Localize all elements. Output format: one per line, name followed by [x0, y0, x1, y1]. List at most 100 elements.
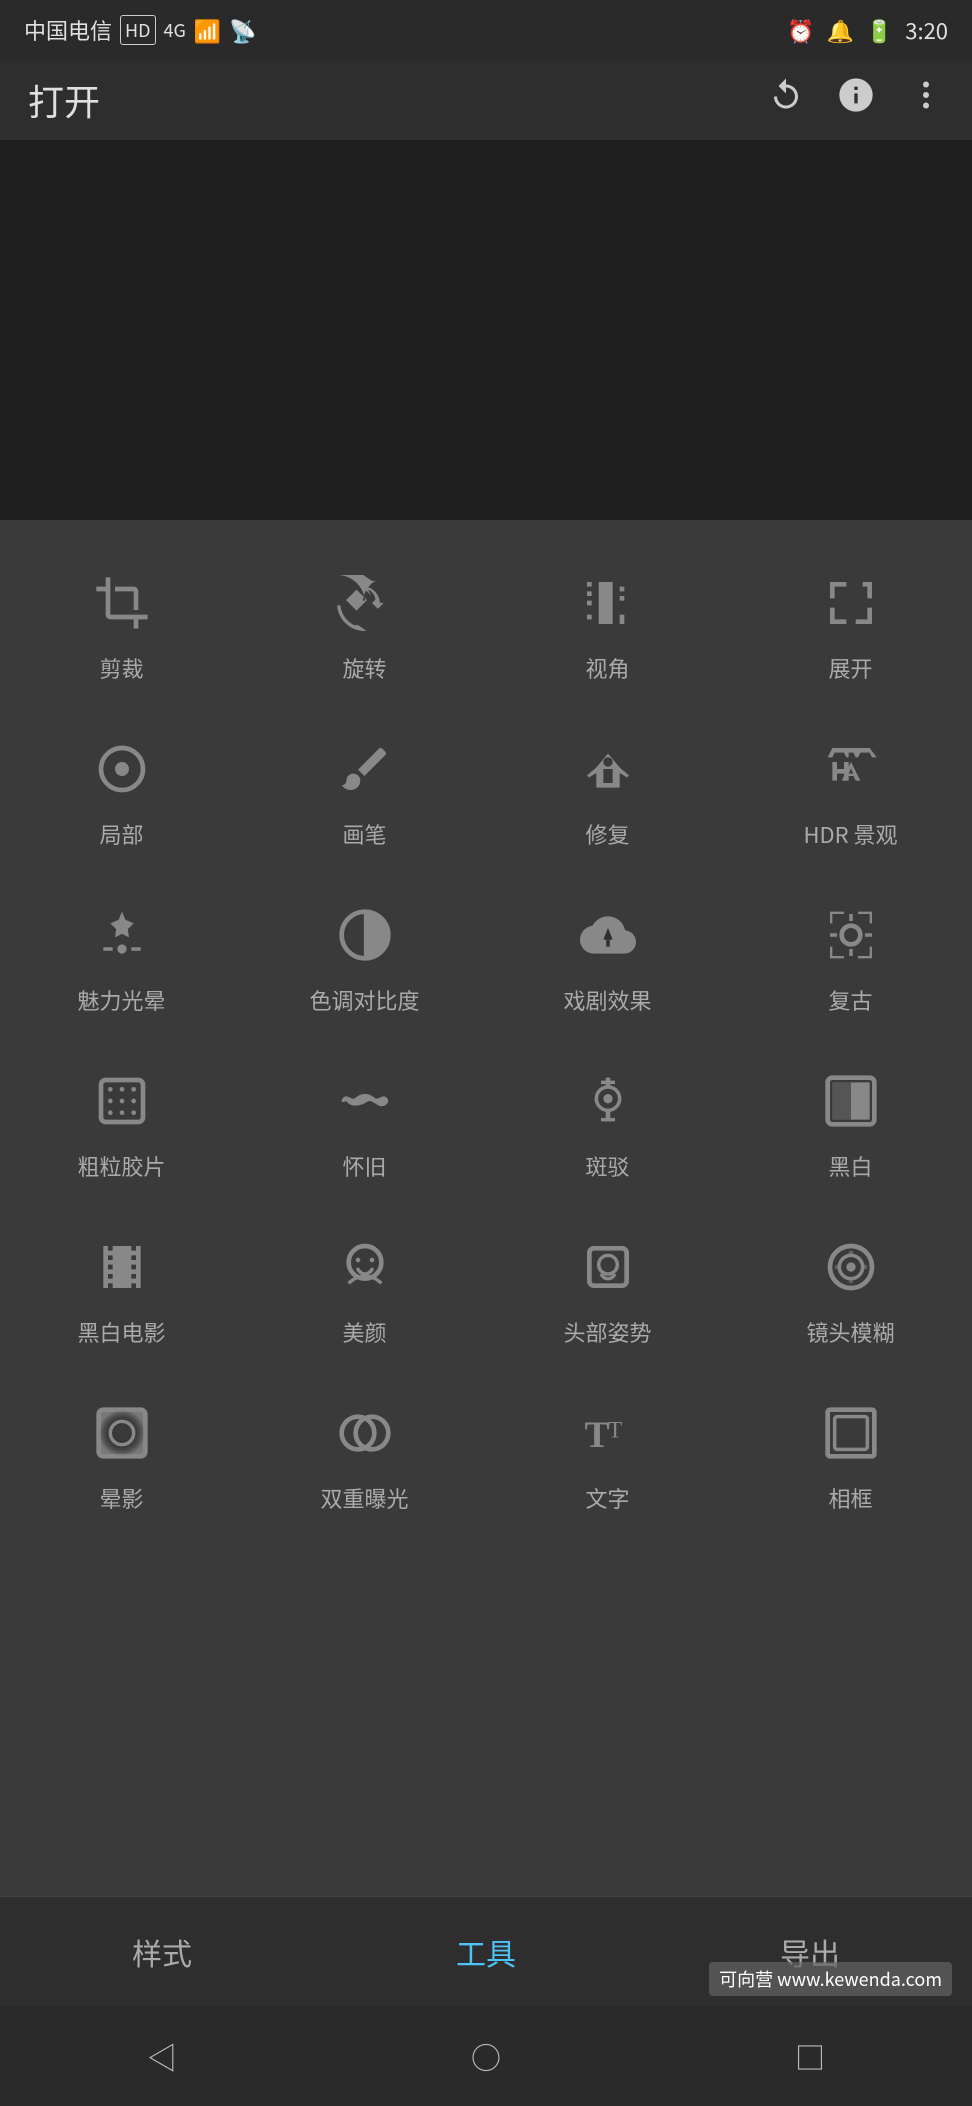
- tone-icon: [330, 900, 400, 970]
- signal-4g: 4G: [164, 17, 186, 43]
- svg-text:T: T: [584, 1415, 609, 1456]
- nav-style-label: 样式: [132, 1930, 192, 1974]
- heal-icon: [573, 734, 643, 804]
- tool-retro[interactable]: 怀旧: [243, 1038, 486, 1204]
- tool-brush[interactable]: 画笔: [243, 706, 486, 872]
- text-label: 文字: [585, 1482, 629, 1514]
- tool-hdr[interactable]: HDR 景观: [729, 706, 972, 872]
- drama-icon: [573, 900, 643, 970]
- tool-rotate[interactable]: 旋转: [243, 540, 486, 706]
- tool-frame[interactable]: 相框: [729, 1370, 972, 1536]
- recent-icon: □: [795, 2034, 825, 2078]
- bwfilm-icon: [87, 1232, 157, 1302]
- tool-expand[interactable]: 展开: [729, 540, 972, 706]
- more-icon[interactable]: [908, 77, 944, 123]
- tool-grain[interactable]: 粗粒胶片: [0, 1038, 243, 1204]
- info-icon[interactable]: [836, 75, 876, 125]
- bw-icon: [816, 1066, 886, 1136]
- tool-grid: 剪裁 旋转 视角 展开 局部: [0, 540, 972, 1536]
- expand-icon: [816, 568, 886, 638]
- grain-icon: [87, 1066, 157, 1136]
- android-nav: ◁ ○ □: [0, 2006, 972, 2106]
- tool-vignette[interactable]: 晕影: [0, 1370, 243, 1536]
- tools-area: 剪裁 旋转 视角 展开 局部: [0, 520, 972, 1896]
- tool-beauty[interactable]: 美颜: [243, 1204, 486, 1370]
- tool-local[interactable]: 局部: [0, 706, 243, 872]
- frame-label: 相框: [828, 1482, 872, 1514]
- tool-drama[interactable]: 戏剧效果: [486, 872, 729, 1038]
- expand-label: 展开: [828, 652, 872, 684]
- lensblur-icon: [816, 1232, 886, 1302]
- tool-doubleexp[interactable]: 双重曝光: [243, 1370, 486, 1536]
- page-title: 打开: [28, 74, 100, 126]
- doubleexp-label: 双重曝光: [320, 1482, 408, 1514]
- tool-cheetah[interactable]: 斑驳: [486, 1038, 729, 1204]
- bottom-nav: 样式 工具 导出: [0, 1896, 972, 2006]
- crop-icon: [87, 568, 157, 638]
- headpose-icon: [573, 1232, 643, 1302]
- headpose-label: 头部姿势: [563, 1316, 651, 1348]
- hdr-label: HDR 景观: [803, 818, 897, 850]
- cheetah-icon: [573, 1066, 643, 1136]
- tool-bw[interactable]: 黑白: [729, 1038, 972, 1204]
- retro-label: 怀旧: [342, 1150, 386, 1182]
- canvas-area: [0, 140, 972, 520]
- signal-bars-icon: 📶: [194, 14, 221, 46]
- nav-export[interactable]: 导出: [648, 1897, 972, 2006]
- status-right: ⏰ 🔔 🔋 3:20: [787, 14, 948, 46]
- tool-bwfilm[interactable]: 黑白电影: [0, 1204, 243, 1370]
- vignette-label: 晕影: [99, 1482, 143, 1514]
- tool-crop[interactable]: 剪裁: [0, 540, 243, 706]
- brush-label: 画笔: [342, 818, 386, 850]
- vignette-icon: [87, 1398, 157, 1468]
- beauty-label: 美颜: [342, 1316, 386, 1348]
- tool-heal[interactable]: 修复: [486, 706, 729, 872]
- clock: 3:20: [905, 14, 948, 46]
- perspective-icon: [573, 568, 643, 638]
- bell-icon: 🔔: [826, 14, 853, 46]
- doubleexp-icon: [330, 1398, 400, 1468]
- back-icon: ◁: [147, 2034, 177, 2078]
- cheetah-label: 斑驳: [585, 1150, 629, 1182]
- tool-headpose[interactable]: 头部姿势: [486, 1204, 729, 1370]
- nav-tools[interactable]: 工具: [324, 1897, 648, 2006]
- rotate-icon: [330, 568, 400, 638]
- hd-badge: HD: [120, 15, 156, 45]
- undo-layers-icon[interactable]: [768, 77, 804, 123]
- drama-label: 戏剧效果: [563, 984, 651, 1016]
- status-carrier: 中国电信 HD 4G 📶 📡: [24, 14, 257, 46]
- tool-tone[interactable]: 色调对比度: [243, 872, 486, 1038]
- frame-icon: [816, 1398, 886, 1468]
- tool-glamour[interactable]: 魅力光晕: [0, 872, 243, 1038]
- home-button[interactable]: ○: [446, 2026, 526, 2086]
- tool-perspective[interactable]: 视角: [486, 540, 729, 706]
- recent-button[interactable]: □: [770, 2026, 850, 2086]
- perspective-label: 视角: [585, 652, 629, 684]
- crop-label: 剪裁: [99, 652, 143, 684]
- tool-lensblur[interactable]: 镜头模糊: [729, 1204, 972, 1370]
- top-bar: 打开: [0, 60, 972, 140]
- tool-text[interactable]: T T 文字: [486, 1370, 729, 1536]
- local-label: 局部: [99, 818, 143, 850]
- bw-label: 黑白: [828, 1150, 872, 1182]
- svg-text:T: T: [608, 1418, 622, 1444]
- nav-style[interactable]: 样式: [0, 1897, 324, 2006]
- back-button[interactable]: ◁: [122, 2026, 202, 2086]
- vintage-label: 复古: [828, 984, 872, 1016]
- home-icon: ○: [471, 2034, 501, 2078]
- wifi-icon: 📡: [229, 14, 256, 46]
- bwfilm-label: 黑白电影: [77, 1316, 165, 1348]
- glamour-label: 魅力光晕: [77, 984, 165, 1016]
- nav-export-label: 导出: [780, 1930, 840, 1974]
- top-bar-icons: [768, 75, 944, 125]
- tool-vintage[interactable]: 复古: [729, 872, 972, 1038]
- rotate-label: 旋转: [342, 652, 386, 684]
- heal-label: 修复: [585, 818, 629, 850]
- alarm-icon: ⏰: [787, 14, 814, 46]
- battery-icon: 🔋: [866, 14, 893, 46]
- grain-label: 粗粒胶片: [77, 1150, 165, 1182]
- retro-icon: [330, 1066, 400, 1136]
- nav-tools-label: 工具: [456, 1930, 516, 1974]
- glamour-icon: [87, 900, 157, 970]
- tone-label: 色调对比度: [309, 984, 419, 1016]
